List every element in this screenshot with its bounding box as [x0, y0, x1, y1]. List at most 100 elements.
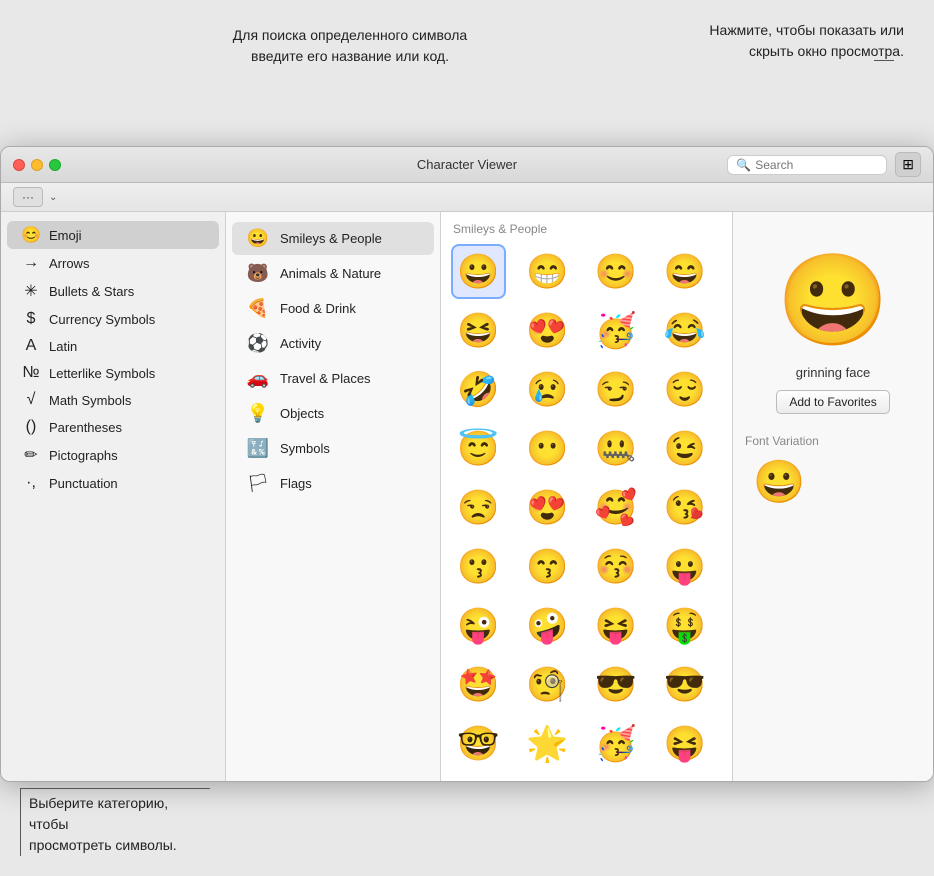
maximize-button[interactable] [49, 159, 61, 171]
content-area: 😊 Emoji → Arrows ✳ Bullets & Stars $ Cur… [1, 212, 933, 781]
character-viewer-window: Character Viewer 🔍 ⊞ ··· ⌄ 😊 Emoji → Arr… [0, 146, 934, 782]
symbols-icon: 🔣 [246, 438, 270, 459]
emoji-cell[interactable]: 😀 [451, 244, 506, 299]
middle-item-flags[interactable]: 🏳 Flags [232, 467, 434, 500]
emoji-cell[interactable]: 😝 [657, 716, 712, 771]
emoji-cell[interactable]: 😁 [520, 244, 575, 299]
close-button[interactable] [13, 159, 25, 171]
emoji-cell[interactable]: 😙 [520, 539, 575, 594]
add-to-favorites-button[interactable]: Add to Favorites [776, 390, 889, 414]
emoji-cell[interactable]: 😘 [657, 480, 712, 535]
sidebar-item-parens[interactable]: () Parentheses [7, 414, 219, 440]
emoji-cell[interactable]: 😆 [451, 303, 506, 358]
sidebar-item-label: Letterlike Symbols [49, 366, 155, 381]
middle-sidebar: 😀 Smileys & People 🐻 Animals & Nature 🍕 … [226, 212, 441, 781]
titlebar-right: 🔍 ⊞ [727, 152, 921, 177]
sidebar-item-currency[interactable]: $ Currency Symbols [7, 306, 219, 332]
annotation-top-center: Для поиска определенного символа введите… [200, 25, 500, 67]
sidebar-item-arrows[interactable]: → Arrows [7, 250, 219, 276]
middle-item-label: Symbols [280, 441, 330, 456]
emoji-cell[interactable]: 😍 [520, 480, 575, 535]
emoji-cell[interactable]: 😌 [657, 362, 712, 417]
emoji-cell[interactable]: 🥰 [589, 480, 644, 535]
sidebar-item-bullets[interactable]: ✳ Bullets & Stars [7, 277, 219, 305]
emoji-cell[interactable]: 😢 [520, 362, 575, 417]
emoji-cell[interactable]: 😒 [451, 480, 506, 535]
sidebar-item-math[interactable]: √ Math Symbols [7, 387, 219, 413]
annotations-area: Нажмите, чтобы показать или скрыть окно … [0, 20, 934, 140]
minimize-button[interactable] [31, 159, 43, 171]
middle-item-label: Activity [280, 336, 321, 351]
emoji-cell[interactable]: 🤓 [451, 716, 506, 771]
emoji-cell[interactable]: 😊 [589, 244, 644, 299]
search-input[interactable] [755, 158, 875, 172]
middle-item-label: Objects [280, 406, 324, 421]
emoji-cell[interactable]: 🤑 [657, 598, 712, 653]
middle-item-symbols[interactable]: 🔣 Symbols [232, 432, 434, 465]
middle-item-label: Animals & Nature [280, 266, 381, 281]
emoji-cell[interactable]: 😉 [657, 421, 712, 476]
middle-item-smileys[interactable]: 😀 Smileys & People [232, 222, 434, 255]
emoji-cell[interactable]: 🥳 [589, 716, 644, 771]
emoji-cell[interactable]: 🤪 [520, 598, 575, 653]
objects-icon: 💡 [246, 403, 270, 424]
sidebar-item-label: Bullets & Stars [49, 284, 134, 299]
font-variation-title: Font Variation [745, 434, 819, 448]
emoji-cell[interactable]: 😎 [657, 657, 712, 712]
emoji-cell[interactable]: 🌟 [520, 716, 575, 771]
grid-view-button[interactable]: ⊞ [895, 152, 921, 177]
chevron-button[interactable]: ⌄ [49, 192, 57, 203]
emoji-cell[interactable]: 😗 [451, 539, 506, 594]
emoji-cell[interactable]: 😄 [657, 244, 712, 299]
punct-icon: ·, [21, 474, 41, 492]
sidebar-item-letterlike[interactable]: № Letterlike Symbols [7, 360, 219, 386]
annotation-bottom-left: Выберите категорию, чтобы просмотреть си… [20, 788, 210, 856]
latin-icon: A [21, 337, 41, 355]
currency-icon: $ [21, 310, 41, 328]
emoji-icon: 😊 [21, 225, 41, 245]
emoji-cell[interactable]: 😂 [657, 303, 712, 358]
emoji-grid: 😀😁😊😄😆😍🥳😂🤣😢😏😌😇😶🤐😉😒😍🥰😘😗😙😚😛😜🤪😝🤑🤩🧐😎😎🤓🌟🥳😝 [451, 244, 722, 771]
sidebar-item-emoji[interactable]: 😊 Emoji [7, 221, 219, 249]
travel-icon: 🚗 [246, 368, 270, 389]
emoji-preview: 😀 [777, 248, 889, 353]
bullets-icon: ✳ [21, 281, 41, 301]
arrows-icon: → [21, 254, 41, 272]
middle-item-animals[interactable]: 🐻 Animals & Nature [232, 257, 434, 290]
activity-icon: ⚽ [246, 333, 270, 354]
emoji-cell[interactable]: 🥳 [589, 303, 644, 358]
sidebar-item-punct[interactable]: ·, Punctuation [7, 470, 219, 496]
emoji-cell[interactable]: 🤣 [451, 362, 506, 417]
picto-icon: ✏ [21, 445, 41, 465]
letterlike-icon: № [21, 364, 41, 382]
emoji-cell[interactable]: 😎 [589, 657, 644, 712]
sidebar-item-label: Emoji [49, 228, 82, 243]
emoji-cell[interactable]: 😏 [589, 362, 644, 417]
emoji-cell[interactable]: 😍 [520, 303, 575, 358]
section-title: Smileys & People [451, 222, 722, 236]
toolbar-row: ··· ⌄ [1, 183, 933, 212]
search-box[interactable]: 🔍 [727, 155, 887, 175]
sidebar-item-label: Math Symbols [49, 393, 131, 408]
middle-item-objects[interactable]: 💡 Objects [232, 397, 434, 430]
emoji-cell[interactable]: 🤩 [451, 657, 506, 712]
sidebar-item-label: Punctuation [49, 476, 118, 491]
emoji-cell[interactable]: 😚 [589, 539, 644, 594]
sidebar-item-label: Pictographs [49, 448, 118, 463]
emoji-name: grinning face [796, 365, 870, 380]
emoji-cell[interactable]: 🧐 [520, 657, 575, 712]
emoji-cell[interactable]: 😝 [589, 598, 644, 653]
sidebar-item-picto[interactable]: ✏ Pictographs [7, 441, 219, 469]
more-options-button[interactable]: ··· [13, 187, 43, 207]
emoji-cell[interactable]: 😶 [520, 421, 575, 476]
middle-item-label: Flags [280, 476, 312, 491]
emoji-grid-area: Smileys & People 😀😁😊😄😆😍🥳😂🤣😢😏😌😇😶🤐😉😒😍🥰😘😗😙😚… [441, 212, 733, 781]
middle-item-food[interactable]: 🍕 Food & Drink [232, 292, 434, 325]
emoji-cell[interactable]: 😇 [451, 421, 506, 476]
emoji-cell[interactable]: 😜 [451, 598, 506, 653]
sidebar-item-latin[interactable]: A Latin [7, 333, 219, 359]
middle-item-travel[interactable]: 🚗 Travel & Places [232, 362, 434, 395]
emoji-cell[interactable]: 😛 [657, 539, 712, 594]
middle-item-activity[interactable]: ⚽ Activity [232, 327, 434, 360]
emoji-cell[interactable]: 🤐 [589, 421, 644, 476]
